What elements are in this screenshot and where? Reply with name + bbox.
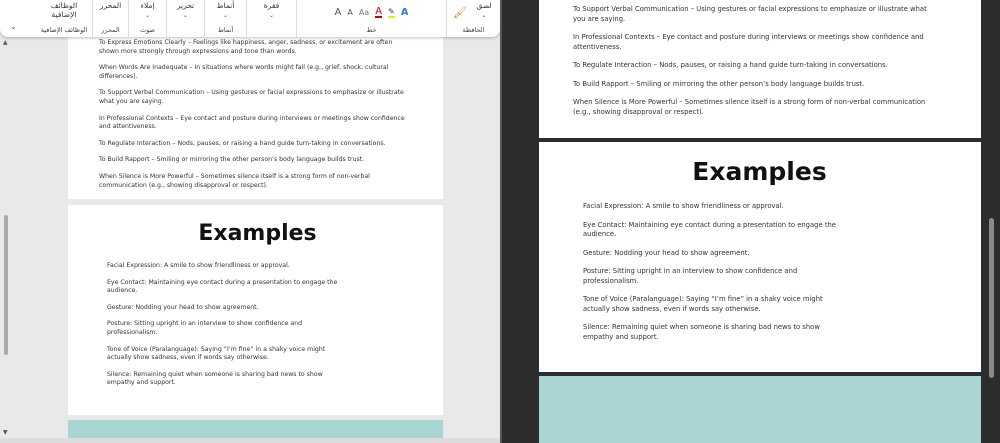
paragraph-group: فقرة ⌄ — [246, 0, 296, 37]
paragraph: In Professional Contexts – Eye contact a… — [99, 114, 405, 131]
paragraph: When Silence is More Powerful – Sometime… — [573, 98, 926, 116]
paragraph-label: فقرة — [263, 1, 280, 10]
paragraph: To Express Emotions Clearly – Feelings l… — [99, 39, 393, 55]
example-item: Facial Expression: A smile to show frien… — [583, 202, 784, 210]
styles-button[interactable]: أنماط ⌄ — [205, 1, 246, 19]
example-item: Gesture: Nodding your head to show agree… — [107, 303, 259, 311]
format-painter-icon[interactable]: 🖌 — [453, 6, 467, 19]
document-page: To Support Verbal Communication – Using … — [539, 0, 981, 138]
teal-page — [539, 376, 981, 443]
chevron-down-icon: ⌄ — [481, 12, 487, 19]
example-item: Tone of Voice (Paralanguage): Saying “I’… — [107, 345, 326, 362]
chevron-down-icon: ⌄ — [182, 12, 189, 19]
clipboard-group-label: الحافظة — [462, 26, 485, 34]
dictate-button[interactable]: إملاء ⌄ — [129, 1, 166, 19]
grow-font-button[interactable]: A — [335, 7, 342, 18]
clipboard-group: لصق ⌄ 🖌 الحافظة — [446, 0, 500, 37]
status-bar — [0, 438, 500, 443]
addins-button[interactable]: الوظائف الإضافية — [47, 1, 81, 19]
pdf-viewer-pane: To Support Verbal Communication – Using … — [500, 0, 1000, 443]
example-item: Eye Contact: Maintaining eye contact dur… — [583, 220, 836, 239]
paragraph: To Regulate Interaction – Nods, pauses, … — [573, 61, 888, 69]
editor-group-label: المحرر — [101, 26, 120, 34]
text-effects-button[interactable]: A — [401, 7, 409, 18]
paragraph: In Professional Contexts – Eye contact a… — [573, 33, 924, 51]
word-document-pane: لصق ⌄ 🖌 الحافظة A A Aa A ✎ A خط فقرة ⌄ أنم… — [0, 0, 500, 443]
styles-group-label: أنماط — [217, 26, 234, 34]
editor-group: المحرر المحرر — [92, 0, 128, 37]
paste-label: لصق — [476, 1, 492, 10]
examples-heading: Examples — [692, 157, 827, 186]
example-item: Gesture: Nodding your head to show agree… — [583, 248, 750, 257]
paragraph: To Regulate Interaction – Nods, pauses, … — [99, 139, 386, 147]
chevron-down-icon: ⌄ — [222, 12, 229, 19]
example-item: Posture: Sitting upright in an interview… — [107, 320, 303, 336]
voice-group: إملاء ⌄ صوت — [128, 0, 166, 37]
paragraph-button[interactable]: فقرة ⌄ — [247, 1, 296, 19]
shrink-font-button[interactable]: A — [347, 8, 352, 17]
font-group: A A Aa A ✎ A خط — [296, 0, 446, 37]
paragraph: When Silence is More Powerful – Sometime… — [99, 172, 370, 189]
paste-button[interactable]: لصق ⌄ — [472, 1, 496, 19]
vertical-scrollbar[interactable] — [4, 215, 8, 355]
dictate-label: إملاء — [140, 1, 155, 10]
paragraph: To Support Verbal Communication – Using … — [99, 89, 404, 105]
example-item: Silence: Remaining quiet when someone is… — [583, 323, 820, 341]
styles-group: أنماط ⌄ أنماط — [204, 0, 246, 37]
scroll-up-icon[interactable]: ▲ — [3, 39, 8, 46]
addins-group: الوظائف الإضافية الوظائف الإضافية — [36, 0, 92, 37]
paragraph: To Support Verbal Communication – Using … — [573, 5, 927, 23]
editing-group: تحرير ⌄ — [166, 0, 204, 37]
addins-group-label: الوظائف الإضافية — [40, 26, 88, 34]
scroll-down-icon[interactable]: ▼ — [3, 429, 8, 436]
example-item: Tone of Voice (Paralanguage): Saying “I’… — [583, 295, 823, 313]
example-item: Facial Expression: A smile to show frien… — [107, 262, 290, 269]
document-page: Examples Facial Expression: A smile to s… — [539, 142, 981, 372]
editing-label: تحرير — [176, 1, 195, 10]
voice-group-label: صوت — [140, 26, 155, 34]
vertical-scrollbar[interactable] — [989, 218, 994, 378]
example-item: Silence: Remaining quiet when someone is… — [107, 370, 323, 387]
highlight-icon[interactable]: ✎ — [388, 7, 395, 18]
example-item: Posture: Sitting upright in an interview… — [583, 267, 798, 285]
editing-button[interactable]: تحرير ⌄ — [167, 1, 204, 19]
paragraph: To Build Rapport – Smiling or mirroring … — [99, 156, 365, 164]
collapse-ribbon-icon[interactable]: ⌄ — [10, 22, 17, 31]
font-color-button[interactable]: A — [375, 7, 383, 18]
ribbon-toolbar: لصق ⌄ 🖌 الحافظة A A Aa A ✎ A خط فقرة ⌄ أنم… — [0, 0, 500, 37]
change-case-button[interactable]: Aa — [359, 8, 369, 17]
example-item: Eye Contact: Maintaining eye contact dur… — [107, 278, 338, 295]
font-group-label: خط — [366, 26, 377, 34]
document-page: Examples Facial Expression: A smile to s… — [68, 205, 443, 415]
paragraph: To Build Rapport – Smiling or mirroring … — [573, 79, 865, 88]
chevron-down-icon: ⌄ — [144, 12, 151, 19]
paragraph: When Words Are Inadequate – In situation… — [99, 64, 389, 80]
examples-heading: Examples — [198, 221, 317, 246]
editor-button[interactable]: المحرر — [93, 1, 128, 10]
styles-label: أنماط — [216, 1, 235, 10]
chevron-down-icon: ⌄ — [268, 12, 275, 19]
